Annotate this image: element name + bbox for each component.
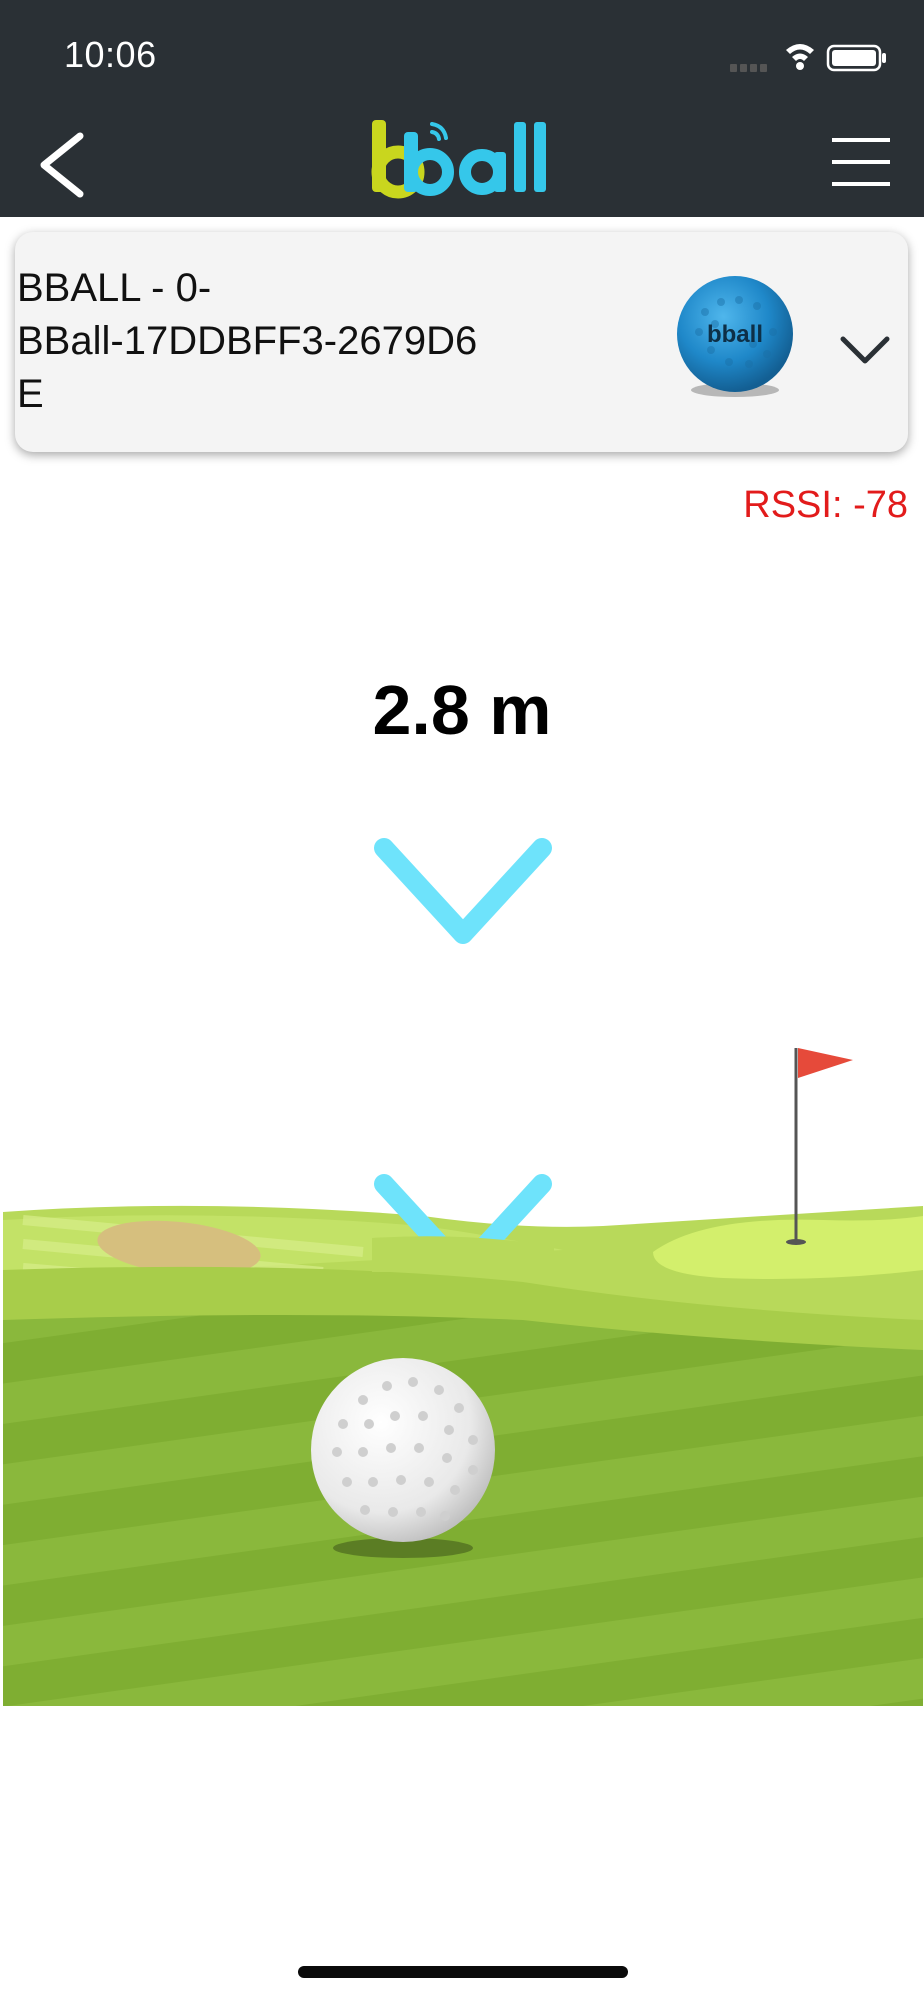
chevron-down-icon[interactable] — [835, 327, 895, 377]
signal-waves-icon — [430, 122, 448, 141]
svg-text:bball: bball — [707, 321, 763, 348]
wifi-icon — [786, 44, 814, 70]
battery-icon — [826, 44, 886, 72]
status-time: 10:06 — [64, 34, 157, 75]
blue-golf-ball-image: bball — [665, 272, 805, 402]
rssi-value: RSSI: -78 — [743, 484, 908, 526]
app-header: 10:06 — [0, 0, 924, 217]
device-name: BBALL - 0- BBall-17DDBFF3-2679D6 E — [17, 266, 478, 416]
back-button[interactable] — [30, 120, 100, 210]
menu-button[interactable] — [826, 132, 896, 192]
cellular-signal-icon — [730, 64, 767, 72]
hamburger-menu-icon — [832, 138, 890, 186]
bball-logo — [370, 118, 550, 202]
distance-readout: 2.8 m — [372, 671, 552, 749]
home-indicator[interactable] — [298, 1966, 628, 1978]
direction-arrow-icon — [372, 836, 554, 948]
device-selector[interactable]: BBALL - 0- BBall-17DDBFF3-2679D6 E bball — [15, 232, 908, 452]
hill-overlay — [372, 1232, 554, 1272]
status-icons — [730, 40, 890, 76]
golf-course-illustration — [3, 1020, 923, 1706]
chevron-left-icon — [40, 132, 84, 198]
